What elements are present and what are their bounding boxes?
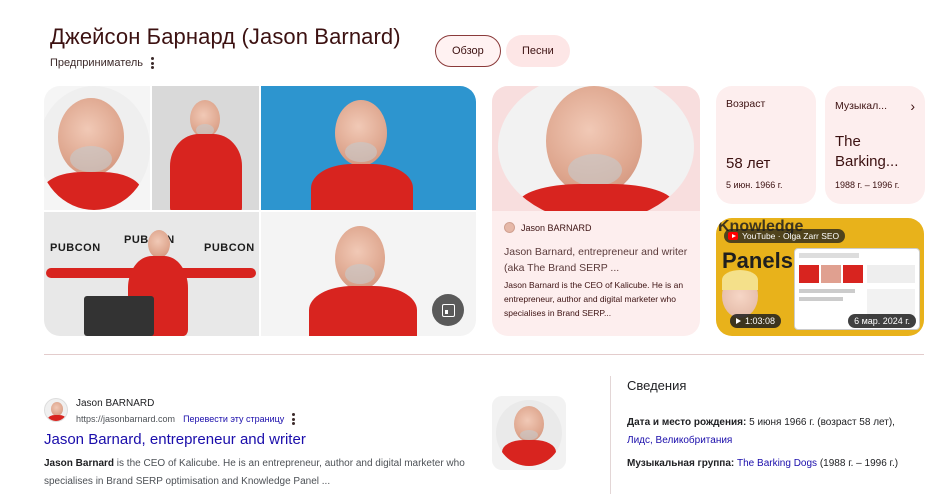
site-favicon-icon (504, 222, 515, 233)
image-tile-5[interactable] (261, 212, 476, 336)
card-source: Jason BARNARD (504, 222, 592, 233)
play-icon (736, 318, 741, 324)
translate-link[interactable]: Перевести эту страницу (183, 414, 284, 424)
result-snippet: Jason Barnard is the CEO of Kalicube. He… (44, 458, 465, 487)
photo-blue-background (261, 86, 476, 210)
result-title-link[interactable]: Jason Barnard, entrepreneur and writer (44, 431, 306, 448)
image-tile-1[interactable] (44, 86, 150, 210)
info-band: Музыкальная группа: The Barking Dogs (19… (627, 458, 899, 469)
video-duration: 1:03:08 (730, 314, 782, 328)
band-link[interactable]: The Barking Dogs (737, 458, 817, 469)
card-description: Jason Barnard is the CEO of Kalicube. He… (504, 280, 684, 318)
result-thumbnail[interactable] (492, 396, 566, 470)
video-date: 6 мар. 2024 г. (848, 314, 916, 328)
fact-band[interactable]: Музыкал... › The Barking... 1988 г. – 19… (825, 86, 925, 204)
pubcon-logo-1: PUBCON (50, 242, 101, 254)
fact-band-value: The Barking... (835, 133, 899, 170)
video-card[interactable]: Knowledge Panels YouTube · Olga Zarr SEO… (716, 218, 924, 336)
video-source-badge: YouTube · Olga Zarr SEO (724, 229, 846, 243)
tab-songs[interactable]: Песни (506, 35, 570, 67)
info-birth: Дата и место рождения: 5 июня 1966 г. (в… (627, 417, 895, 446)
fact-age-label: Возраст (726, 98, 766, 110)
fact-age-value: 58 лет (726, 155, 771, 172)
photo-stage-pubcon: PUBCON PUBCON PUBCON PUBCON (44, 212, 259, 336)
image-tile-3[interactable] (261, 86, 476, 210)
card-title: Jason Barnard, entrepreneur and writer (… (504, 246, 688, 274)
fact-age-sub: 5 июн. 1966 г. (726, 180, 783, 190)
birthplace-link[interactable]: Лидс, Великобритания (627, 435, 732, 446)
result-site-name[interactable]: Jason BARNARD (76, 398, 154, 409)
page-title: Джейсон Барнард (Jason Barnard) (50, 24, 401, 49)
image-tile-2[interactable] (152, 86, 259, 210)
fact-band-sub: 1988 г. – 1996 г. (835, 180, 900, 190)
fact-band-label: Музыкал... › (835, 98, 915, 114)
image-search-button[interactable] (432, 294, 464, 326)
image-icon (441, 303, 455, 317)
card-source-name: Jason BARNARD (521, 222, 592, 233)
photo-portrait (44, 86, 150, 210)
fact-age[interactable]: Возраст 58 лет 5 июн. 1966 г. (716, 86, 816, 204)
youtube-icon (728, 232, 738, 240)
result-more-icon[interactable] (292, 413, 296, 425)
result-favicon-icon[interactable] (44, 398, 68, 422)
result-url[interactable]: https://jasonbarnard.com (76, 414, 175, 424)
image-tile-4[interactable]: PUBCON PUBCON PUBCON PUBCON (44, 212, 259, 336)
featured-card[interactable]: Jason BARNARD Jason Barnard, entrepreneu… (492, 86, 700, 336)
more-options-icon[interactable] (151, 57, 155, 69)
result-url-row: https://jasonbarnard.com Перевести эту с… (76, 413, 296, 425)
section-divider (44, 354, 924, 355)
column-divider (610, 376, 611, 494)
card-photo (492, 86, 700, 211)
subtitle-text: Предприниматель (50, 57, 144, 69)
subtitle: Предприниматель (50, 57, 155, 69)
tab-overview[interactable]: Обзор (435, 35, 501, 67)
photo-standing (152, 86, 259, 210)
pubcon-logo-3: PUBCON (204, 242, 255, 254)
chevron-right-icon: › (910, 98, 915, 114)
info-heading: Сведения (627, 378, 687, 393)
